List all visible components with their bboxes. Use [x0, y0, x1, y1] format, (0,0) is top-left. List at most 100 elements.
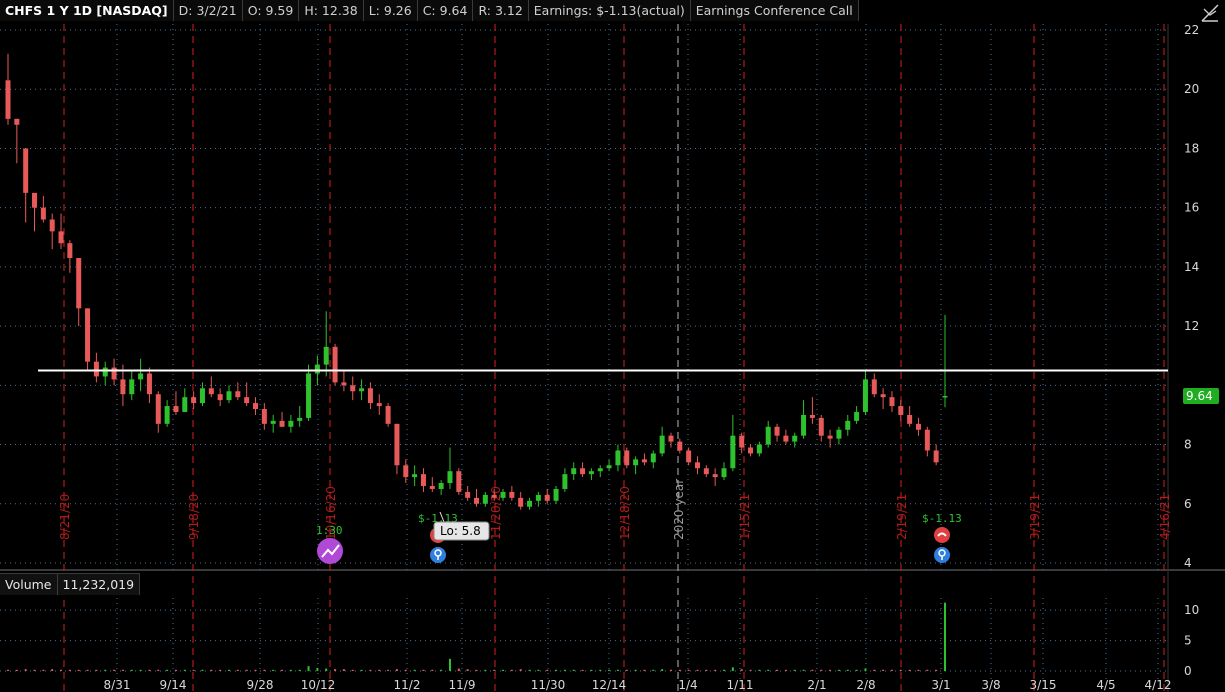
volume-bar [890, 669, 893, 671]
volume-bar [537, 669, 540, 671]
volume-bar [466, 669, 469, 671]
candle-body [721, 468, 727, 478]
volume-bar [24, 669, 27, 671]
candle-body [288, 420, 294, 427]
time-tick-label: 4/12 [1145, 678, 1172, 692]
time-tick-label: 2/1 [807, 678, 826, 692]
last-price-label: 9.64 [1186, 389, 1213, 403]
candle-body [871, 379, 877, 395]
event-line-label: 3/19/21 [1028, 494, 1042, 540]
volume-bar [493, 669, 496, 671]
candle-body [915, 423, 921, 430]
event-label: Earnings Conference Call [690, 0, 859, 21]
candle-body [827, 435, 833, 439]
event-line-label: 8/21/20 [58, 494, 72, 540]
volume-bar [714, 669, 717, 671]
candle-body [403, 465, 409, 478]
volume-tick-label: 5 [1184, 634, 1192, 648]
volume-bar [723, 669, 726, 671]
candle-body [703, 468, 709, 475]
candle-body [553, 488, 559, 501]
price-tick-label: 12 [1184, 319, 1199, 333]
volume-bar [740, 669, 743, 671]
low-callout-label: Lo: 5.8 [440, 524, 481, 538]
candle-body [438, 483, 444, 489]
volume-bar [784, 669, 787, 671]
volume-bar [793, 669, 796, 671]
time-tick-label: 1/11 [727, 678, 754, 692]
candle-body [756, 444, 762, 454]
time-tick-label: 3/15 [1030, 678, 1057, 692]
volume-bar [873, 669, 876, 671]
candle-body [730, 435, 736, 469]
candle-body [686, 450, 692, 463]
price-tick-label: 18 [1184, 141, 1199, 155]
price-tick-label: 14 [1184, 260, 1199, 274]
price-tick-label: 16 [1184, 201, 1199, 215]
candle-body [562, 474, 568, 489]
price-tick-label: 22 [1184, 23, 1199, 37]
volume-bar [687, 669, 690, 671]
candle-body [182, 397, 188, 412]
candle-body [942, 395, 948, 398]
candle-body [907, 414, 913, 424]
candle-body [261, 409, 267, 424]
volume-bar [908, 669, 911, 671]
time-tick-label: 2/8 [856, 678, 875, 692]
time-tick-label: 12/14 [592, 678, 627, 692]
volume-bar [201, 669, 204, 671]
volume-value: 11,232,019 [57, 573, 141, 595]
candle-body [279, 420, 285, 427]
candle-body [597, 468, 603, 472]
volume-bar [776, 669, 779, 671]
volume-bar [42, 669, 45, 671]
volume-bar [60, 669, 63, 671]
candle-body [571, 468, 577, 475]
volume-bar [219, 669, 222, 671]
volume-bar [183, 669, 186, 671]
volume-bar [369, 669, 372, 671]
event-line-label: 2/19/21 [895, 494, 909, 540]
candle-body [491, 494, 497, 498]
volume-bar [502, 669, 505, 671]
volume-bar [77, 669, 80, 671]
chart-tools-icon[interactable] [1199, 2, 1221, 24]
volume-tick-label: 10 [1184, 603, 1199, 617]
volume-bar [484, 669, 487, 671]
last-price-badge: 9.64 [1183, 387, 1219, 404]
candle-body [173, 406, 179, 412]
candle-body [465, 491, 471, 498]
volume-bar [661, 669, 664, 671]
candle-body [367, 388, 373, 404]
candle-body [774, 426, 780, 436]
candle-body [244, 397, 250, 404]
candle-body [58, 231, 64, 244]
candle-body [146, 373, 152, 395]
candle-body [76, 258, 82, 309]
volume-bar [281, 669, 284, 671]
event-line-label: 2020 year [672, 479, 686, 540]
candle-body [792, 435, 798, 442]
volume-bar [643, 669, 646, 671]
price-chart[interactable]: 8/21/20 9/18/20 10/16/20 11/20/20 12/18/20 20… [0, 0, 1225, 692]
volume-tick-label: 0 [1184, 664, 1192, 678]
earnings-call-icon [934, 527, 950, 543]
candle-body [314, 364, 320, 374]
volume-bar [555, 669, 558, 671]
price-tick-label: 6 [1184, 497, 1192, 511]
candle-body [659, 435, 665, 454]
volume-bar [33, 669, 36, 671]
candle-body [889, 397, 895, 407]
event-line-label: 4/16/21 [1158, 494, 1172, 540]
volume-bar [448, 658, 451, 671]
volume-bar [387, 669, 390, 671]
volume-bar [298, 669, 301, 671]
candle-body [818, 417, 824, 436]
volume-bar [413, 669, 416, 671]
symbol-label[interactable]: CHFS 1 Y 1D [NASDAQ] [0, 0, 174, 21]
candle-body [765, 426, 771, 445]
candle-body [199, 388, 205, 404]
candle-body [836, 429, 842, 439]
low-callout: Lo: 5.8 [433, 521, 490, 541]
candle-body [580, 468, 586, 475]
